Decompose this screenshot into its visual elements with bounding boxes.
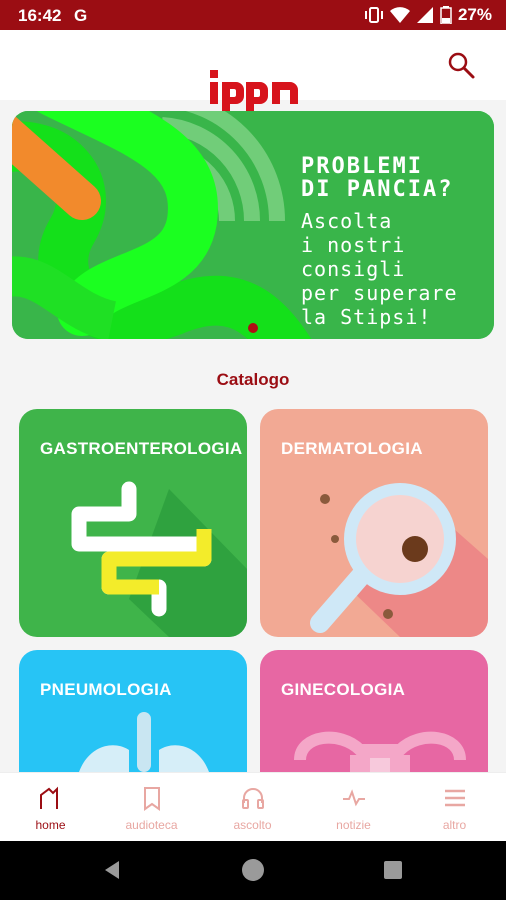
bottom-navigation: home audioteca ascolto notizie altro (0, 772, 506, 842)
banner-body: Ascolta i nostri consigli per superare l… (301, 209, 491, 329)
nav-item-home[interactable]: home (0, 773, 101, 842)
banner-body-line: per superare (301, 281, 458, 305)
status-carrier: G (74, 6, 88, 25)
nav-item-notizie[interactable]: notizie (303, 773, 404, 842)
card-label: PNEUMOLOGIA (40, 680, 172, 699)
nav-item-ascolto[interactable]: ascolto (202, 773, 303, 842)
category-card-dermatologia[interactable]: DERMATOLOGIA (260, 409, 488, 637)
nav-item-audioteca[interactable]: audioteca (101, 773, 202, 842)
status-icons: 27% (364, 5, 492, 25)
headphones-icon (242, 788, 264, 809)
back-icon[interactable] (100, 858, 124, 882)
status-bar: 16:42 G 27% (0, 0, 506, 30)
nav-label: altro (442, 818, 467, 832)
nav-label: ascolto (233, 818, 272, 832)
signal-icon (416, 7, 433, 23)
banner-headline-line1: PROBLEMI (301, 154, 423, 179)
logo-text: ippa (208, 70, 210, 71)
nav-label: audioteca (125, 818, 178, 832)
search-icon (448, 52, 475, 79)
promo-banner[interactable]: PROBLEMI DI PANCIA? Ascolta i nostri con… (12, 111, 494, 339)
carousel-indicator[interactable] (248, 323, 258, 333)
app-bar: ippa (0, 30, 506, 114)
category-card-gastroenterologia[interactable]: GASTROENTEROLOGIA (19, 409, 247, 637)
catalog-title: Catalogo (216, 370, 290, 389)
system-navigation-bar (0, 841, 506, 900)
nav-label: notizie (336, 818, 371, 832)
menu-icon (445, 789, 465, 807)
nav-item-altro[interactable]: altro (404, 773, 505, 842)
wifi-icon (389, 7, 410, 23)
banner-body-line: Ascolta (301, 209, 393, 233)
banner-headline: PROBLEMI DI PANCIA? (301, 155, 491, 201)
home-button-icon[interactable] (240, 857, 266, 883)
banner-headline-line2: DI PANCIA? (301, 177, 454, 202)
home-icon (40, 786, 58, 809)
card-label: GINECOLOGIA (281, 680, 406, 699)
battery-percent: 27% (457, 5, 492, 24)
bookmark-icon (144, 787, 160, 811)
nav-label: home (35, 818, 66, 832)
ippa-logo: ippa (208, 70, 298, 114)
vibrate-icon (364, 7, 383, 23)
recents-icon[interactable] (382, 859, 404, 881)
card-label: GASTROENTEROLOGIA (40, 439, 243, 458)
status-time: 16:42 (18, 6, 62, 25)
banner-body-line: la Stipsi! (301, 305, 432, 329)
battery-icon (440, 6, 452, 24)
banner-body-line: i nostri consigli (301, 233, 406, 281)
search-button[interactable] (446, 50, 476, 80)
card-label: DERMATOLOGIA (281, 439, 423, 458)
news-icon (343, 789, 365, 807)
